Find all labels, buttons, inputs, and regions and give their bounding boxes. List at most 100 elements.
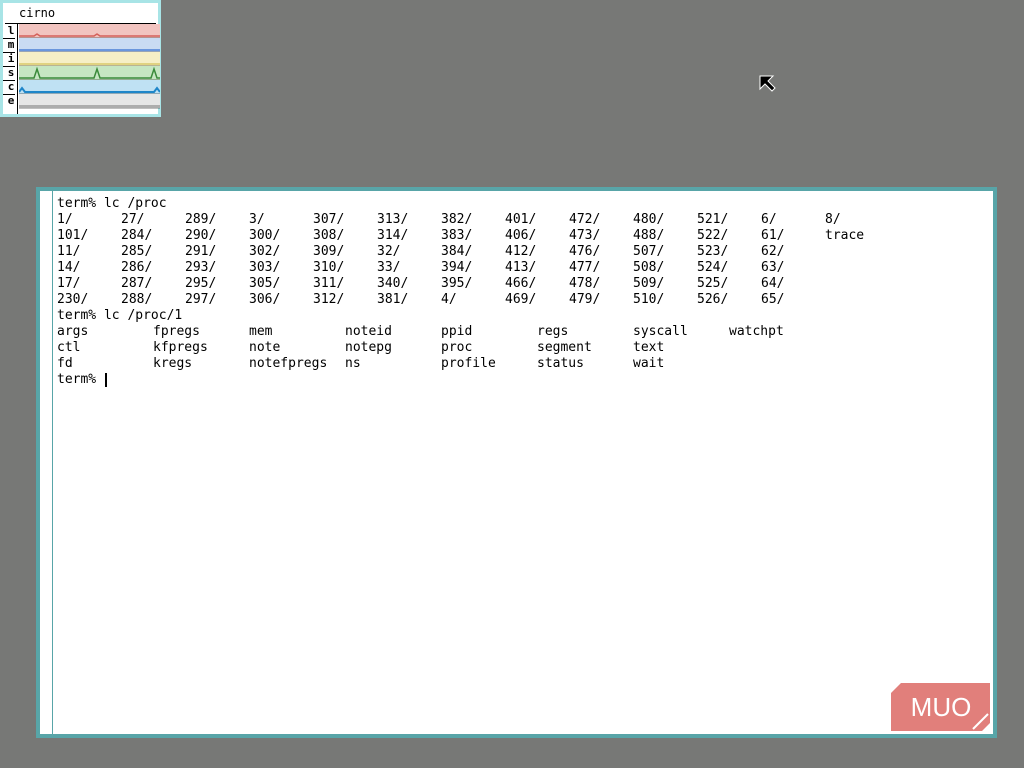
listing-entry: 394/ xyxy=(441,260,473,275)
listing-entry: 469/ xyxy=(505,292,537,307)
listing-entry: 522/ xyxy=(697,228,729,243)
terminal-text-area[interactable]: term% lc /proc 1/27/289/3/307/313/382/401… xyxy=(40,191,993,734)
terminal-prompt-line: term% lc /proc/1 xyxy=(57,308,182,324)
listing-entry: 306/ xyxy=(249,292,281,307)
terminal-window[interactable]: term% lc /proc 1/27/289/3/307/313/382/401… xyxy=(36,187,997,738)
listing-entry: 300/ xyxy=(249,228,281,243)
listing-entry: 510/ xyxy=(633,292,665,307)
listing-entry: 291/ xyxy=(185,244,217,259)
listing-entry: status xyxy=(537,356,584,371)
listing-entry: 293/ xyxy=(185,260,217,275)
text-cursor xyxy=(105,373,107,387)
listing-entry: notepg xyxy=(345,340,392,355)
stat-label-l: l xyxy=(7,24,15,37)
stats-hostname: cirno xyxy=(19,6,56,20)
listing-entry: watchpt xyxy=(729,324,784,339)
listing-entry: 289/ xyxy=(185,212,217,227)
listing-entry: 312/ xyxy=(313,292,345,307)
terminal-prompt-line: term% xyxy=(57,372,104,388)
listing-entry: 382/ xyxy=(441,212,473,227)
listing-entry: ppid xyxy=(441,324,473,339)
listing-entry: segment xyxy=(537,340,592,355)
stats-window[interactable]: cirno lmisce xyxy=(0,0,161,117)
listing-entry: ns xyxy=(345,356,361,371)
listing-entry: 523/ xyxy=(697,244,729,259)
listing-entry: 383/ xyxy=(441,228,473,243)
listing-entry: 295/ xyxy=(185,276,217,291)
listing-entry: 466/ xyxy=(505,276,537,291)
listing-entry: profile xyxy=(441,356,496,371)
listing-entry: fpregs xyxy=(153,324,200,339)
listing-entry: 284/ xyxy=(121,228,153,243)
listing-entry: 309/ xyxy=(313,244,345,259)
stat-label-i: i xyxy=(7,52,15,65)
listing-entry: 480/ xyxy=(633,212,665,227)
listing-entry: note xyxy=(249,340,281,355)
listing-entry: 521/ xyxy=(697,212,729,227)
listing-entry: 8/ xyxy=(825,212,841,227)
prompt-text: term% lc /proc/1 xyxy=(57,308,183,323)
listing-entry: fd xyxy=(57,356,73,371)
listing-entry: 230/ xyxy=(57,292,89,307)
listing-entry: 479/ xyxy=(569,292,601,307)
stat-label-m: m xyxy=(7,38,15,51)
listing-entry: 526/ xyxy=(697,292,729,307)
listing-entry: 297/ xyxy=(185,292,217,307)
listing-entry: 508/ xyxy=(633,260,665,275)
listing-entry: 384/ xyxy=(441,244,473,259)
listing-entry: 406/ xyxy=(505,228,537,243)
listing-entry: 14/ xyxy=(57,260,81,275)
stats-label-column: lmisce xyxy=(3,24,18,114)
listing-entry: 62/ xyxy=(761,244,785,259)
stat-graph-e xyxy=(19,94,160,109)
listing-entry: 509/ xyxy=(633,276,665,291)
listing-entry: mem xyxy=(249,324,273,339)
listing-entry: syscall xyxy=(633,324,688,339)
listing-entry: text xyxy=(633,340,665,355)
listing-entry: kfpregs xyxy=(153,340,208,355)
listing-entry: 65/ xyxy=(761,292,785,307)
listing-entry: 27/ xyxy=(121,212,145,227)
stat-row-divider xyxy=(3,94,15,95)
prompt-text: term% xyxy=(57,372,104,387)
listing-entry: 303/ xyxy=(249,260,281,275)
listing-entry: 314/ xyxy=(377,228,409,243)
muo-watermark-logo: MUO xyxy=(891,683,990,731)
listing-entry: 63/ xyxy=(761,260,785,275)
terminal-prompt-line: term% lc /proc xyxy=(57,196,167,212)
listing-entry: args xyxy=(57,324,89,339)
listing-entry: 308/ xyxy=(313,228,345,243)
listing-entry: 285/ xyxy=(121,244,153,259)
prompt-text: term% lc /proc xyxy=(57,196,167,211)
listing-entry: ctl xyxy=(57,340,81,355)
listing-entry: 524/ xyxy=(697,260,729,275)
listing-entry: 381/ xyxy=(377,292,409,307)
listing-entry: 101/ xyxy=(57,228,89,243)
listing-entry: 477/ xyxy=(569,260,601,275)
listing-entry: 525/ xyxy=(697,276,729,291)
listing-entry: 6/ xyxy=(761,212,777,227)
stats-graphs xyxy=(19,24,160,109)
listing-entry: 476/ xyxy=(569,244,601,259)
listing-entry: kregs xyxy=(153,356,193,371)
listing-entry: 472/ xyxy=(569,212,601,227)
listing-entry: 32/ xyxy=(377,244,401,259)
listing-entry: proc xyxy=(441,340,473,355)
stat-graph-s xyxy=(19,66,160,81)
watermark-text: MUO xyxy=(911,692,972,722)
listing-entry: 33/ xyxy=(377,260,401,275)
stat-graph-i xyxy=(19,52,160,67)
listing-entry: trace xyxy=(825,228,865,243)
listing-entry: notefpregs xyxy=(249,356,328,371)
listing-entry: 507/ xyxy=(633,244,665,259)
listing-entry: 288/ xyxy=(121,292,153,307)
listing-entry: regs xyxy=(537,324,569,339)
listing-entry: 478/ xyxy=(569,276,601,291)
listing-entry: 1/ xyxy=(57,212,73,227)
listing-entry: 488/ xyxy=(633,228,665,243)
listing-entry: wait xyxy=(633,356,665,371)
listing-entry: 307/ xyxy=(313,212,345,227)
listing-entry: 290/ xyxy=(185,228,217,243)
listing-entry: 11/ xyxy=(57,244,81,259)
listing-entry: 473/ xyxy=(569,228,601,243)
